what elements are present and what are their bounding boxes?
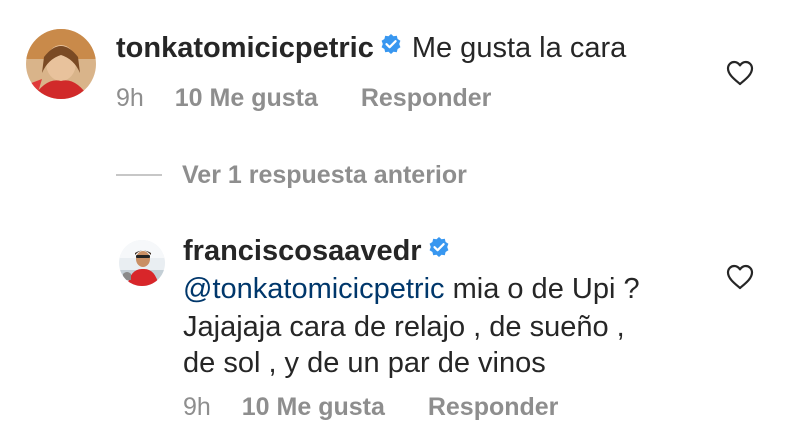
likes-count[interactable]: 10 Me gusta <box>175 83 318 113</box>
comment-meta: 9h 10 Me gusta Responder <box>116 83 491 113</box>
comment-username[interactable]: franciscosaavedr <box>183 235 422 267</box>
comment-text-line: franciscosaavedr <box>183 232 460 271</box>
reply-button[interactable]: Responder <box>361 83 492 113</box>
view-previous-replies-button[interactable]: Ver 1 respuesta anterior <box>116 158 467 192</box>
view-replies-label: Ver 1 respuesta anterior <box>182 160 467 189</box>
comments-thread: tonkatomicicpetric Me gusta la cara 9h 10… <box>0 0 800 438</box>
heart-outline-icon[interactable] <box>726 60 754 86</box>
avatar[interactable] <box>26 29 96 99</box>
mention-link[interactable]: @tonkatomicicpetric <box>183 273 445 305</box>
likes-count[interactable]: 10 Me gusta <box>242 392 385 422</box>
comment-username[interactable]: tonkatomicicpetric <box>116 32 374 64</box>
comment-text-line: @tonkatomicicpetric mia o de Upi ? <box>183 270 640 308</box>
comment-text-line: de sol , y de un par de vinos <box>183 344 546 382</box>
comment-body: mia o de Upi ? <box>444 273 640 305</box>
comment-text-line: Jajajaja cara de relajo , de sueño , <box>183 308 625 346</box>
comment-meta: 9h 10 Me gusta Responder <box>183 392 558 422</box>
comment-text-line: tonkatomicicpetric Me gusta la cara <box>116 29 626 68</box>
comment-body: Jajajaja cara de relajo , de sueño , <box>183 311 625 343</box>
comment-body: de sol , y de un par de vinos <box>183 347 546 379</box>
avatar[interactable] <box>119 240 165 286</box>
reply-button[interactable]: Responder <box>428 392 559 422</box>
comment-body: Me gusta la cara <box>411 32 627 64</box>
verified-badge-icon <box>380 27 402 65</box>
comment-time: 9h <box>183 393 211 421</box>
divider <box>116 174 162 176</box>
comment-time: 9h <box>116 84 144 112</box>
verified-badge-icon <box>428 230 450 268</box>
heart-outline-icon[interactable] <box>726 264 754 290</box>
